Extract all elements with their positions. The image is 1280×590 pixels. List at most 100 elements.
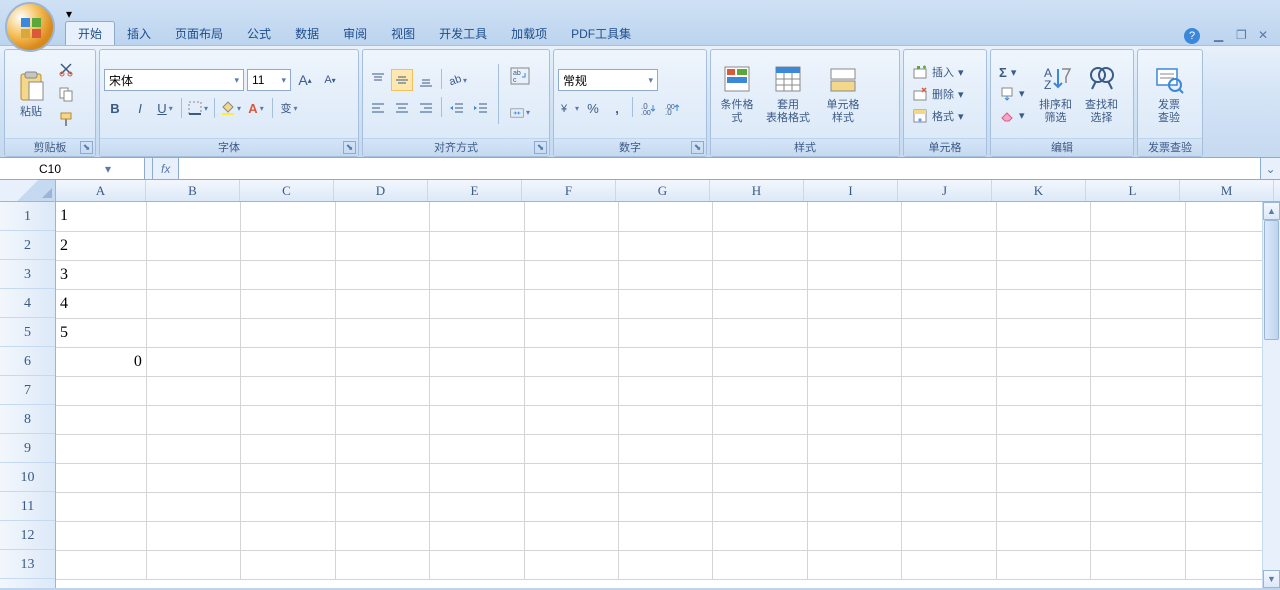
cell-C8[interactable] xyxy=(241,405,335,434)
cell-K11[interactable] xyxy=(996,492,1090,521)
font-name-combo[interactable]: 宋体▾ xyxy=(104,69,244,91)
column-header-D[interactable]: D xyxy=(334,180,428,201)
row-header-4[interactable]: 4 xyxy=(0,289,55,318)
cell-B1[interactable] xyxy=(146,202,240,231)
tab-插入[interactable]: 插入 xyxy=(115,22,163,45)
cell-E1[interactable] xyxy=(430,202,524,231)
column-header-B[interactable]: B xyxy=(146,180,240,201)
tab-公式[interactable]: 公式 xyxy=(235,22,283,45)
merge-center-icon[interactable] xyxy=(509,102,531,124)
tab-页面布局[interactable]: 页面布局 xyxy=(163,22,235,45)
shrink-font-icon[interactable]: A▾ xyxy=(319,69,341,91)
cell-B4[interactable] xyxy=(146,289,240,318)
cell-L2[interactable] xyxy=(1091,231,1185,260)
tab-开始[interactable]: 开始 xyxy=(65,21,115,45)
cell-B8[interactable] xyxy=(146,405,240,434)
cell-A3[interactable]: 3 xyxy=(56,260,146,289)
fx-icon[interactable]: fx xyxy=(161,162,170,176)
cell-J8[interactable] xyxy=(902,405,996,434)
column-header-J[interactable]: J xyxy=(898,180,992,201)
cell-D11[interactable] xyxy=(335,492,429,521)
phonetic-icon[interactable]: 变 xyxy=(278,97,300,119)
name-box-dropdown-icon[interactable]: ▾ xyxy=(100,162,116,176)
scroll-thumb[interactable] xyxy=(1264,220,1279,340)
cell-I7[interactable] xyxy=(807,376,901,405)
tab-开发工具[interactable]: 开发工具 xyxy=(427,22,499,45)
cell-G12[interactable] xyxy=(619,521,713,550)
cell-L13[interactable] xyxy=(1091,550,1185,579)
row-header-6[interactable]: 6 xyxy=(0,347,55,376)
row-header-10[interactable]: 10 xyxy=(0,463,55,492)
column-header-G[interactable]: G xyxy=(616,180,710,201)
comma-icon[interactable]: , xyxy=(606,97,628,119)
cell-J3[interactable] xyxy=(902,260,996,289)
cell-I4[interactable] xyxy=(807,289,901,318)
percent-icon[interactable]: % xyxy=(582,97,604,119)
align-middle-icon[interactable] xyxy=(391,69,413,91)
clear-button[interactable]: ▾ xyxy=(995,106,1029,126)
cell-C3[interactable] xyxy=(241,260,335,289)
grow-font-icon[interactable]: A▴ xyxy=(294,69,316,91)
cell-A11[interactable] xyxy=(56,492,146,521)
cell-A6[interactable]: 0 xyxy=(56,347,146,376)
format-as-table-button[interactable]: 套用 表格格式 xyxy=(759,57,817,131)
cell-B3[interactable] xyxy=(146,260,240,289)
column-header-M[interactable]: M xyxy=(1180,180,1274,201)
cell-K8[interactable] xyxy=(996,405,1090,434)
bold-icon[interactable]: B xyxy=(104,97,126,119)
name-box[interactable]: ▾ xyxy=(0,158,145,179)
align-top-icon[interactable] xyxy=(367,69,389,91)
cell-A2[interactable]: 2 xyxy=(56,231,146,260)
office-button[interactable] xyxy=(5,2,55,52)
cell-H6[interactable] xyxy=(713,347,807,376)
cell-A5[interactable]: 5 xyxy=(56,318,146,347)
cell-E12[interactable] xyxy=(430,521,524,550)
cell-H5[interactable] xyxy=(713,318,807,347)
cell-K3[interactable] xyxy=(996,260,1090,289)
font-launcher-icon[interactable]: ⬊ xyxy=(343,141,356,154)
cell-D12[interactable] xyxy=(335,521,429,550)
formula-input[interactable] xyxy=(178,158,1260,179)
cell-F1[interactable] xyxy=(524,202,618,231)
scroll-down-icon[interactable]: ▼ xyxy=(1263,570,1280,588)
row-header-1[interactable]: 1 xyxy=(0,202,55,231)
cell-L1[interactable] xyxy=(1091,202,1185,231)
cell-D9[interactable] xyxy=(335,434,429,463)
orientation-icon[interactable]: ab xyxy=(446,69,468,91)
cell-D10[interactable] xyxy=(335,463,429,492)
cell-E8[interactable] xyxy=(430,405,524,434)
cell-E13[interactable] xyxy=(430,550,524,579)
cell-F4[interactable] xyxy=(524,289,618,318)
cell-D3[interactable] xyxy=(335,260,429,289)
cell-J12[interactable] xyxy=(902,521,996,550)
cells-area[interactable]: 123450 xyxy=(56,202,1280,588)
cell-E7[interactable] xyxy=(430,376,524,405)
cell-A10[interactable] xyxy=(56,463,146,492)
cell-G13[interactable] xyxy=(619,550,713,579)
cell-K9[interactable] xyxy=(996,434,1090,463)
cell-F11[interactable] xyxy=(524,492,618,521)
cell-H2[interactable] xyxy=(713,231,807,260)
insert-cells-button[interactable]: 插入 ▾ xyxy=(908,62,968,82)
find-select-button[interactable]: 查找和 选择 xyxy=(1079,57,1125,131)
cell-D8[interactable] xyxy=(335,405,429,434)
format-painter-icon[interactable] xyxy=(57,111,75,127)
align-right-icon[interactable] xyxy=(415,97,437,119)
conditional-format-button[interactable]: 条件格式 xyxy=(715,57,759,131)
cell-H1[interactable] xyxy=(713,202,807,231)
cell-K6[interactable] xyxy=(996,347,1090,376)
cell-C1[interactable] xyxy=(241,202,335,231)
cell-B13[interactable] xyxy=(146,550,240,579)
column-header-E[interactable]: E xyxy=(428,180,522,201)
cell-I5[interactable] xyxy=(807,318,901,347)
align-bottom-icon[interactable] xyxy=(415,69,437,91)
tab-数据[interactable]: 数据 xyxy=(283,22,331,45)
cell-C5[interactable] xyxy=(241,318,335,347)
cell-E10[interactable] xyxy=(430,463,524,492)
cell-J2[interactable] xyxy=(902,231,996,260)
cell-B2[interactable] xyxy=(146,231,240,260)
cell-H9[interactable] xyxy=(713,434,807,463)
copy-icon[interactable] xyxy=(57,86,75,102)
cell-J7[interactable] xyxy=(902,376,996,405)
tab-视图[interactable]: 视图 xyxy=(379,22,427,45)
